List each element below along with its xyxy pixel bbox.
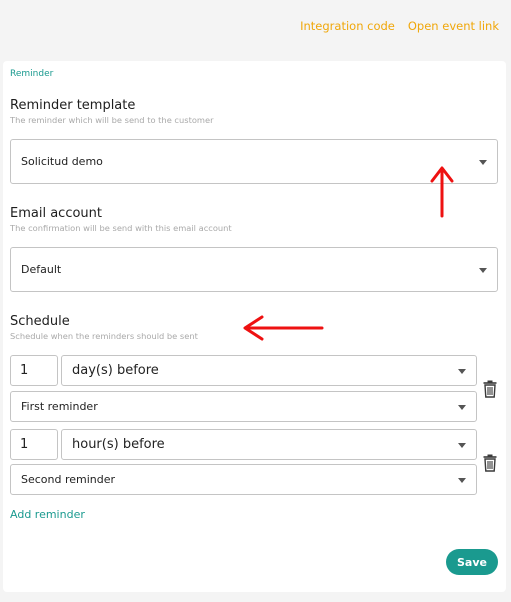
reminder-template-value: Solicitud demo <box>21 155 103 168</box>
reminder-2-amount-input[interactable]: 1 <box>10 429 58 460</box>
reminder-1-unit-select[interactable]: day(s) before <box>61 355 477 386</box>
caret-down-icon <box>479 159 487 165</box>
reminder-2-unit-value: hour(s) before <box>72 437 165 452</box>
caret-down-icon <box>479 267 487 273</box>
reminder-1-amount-input[interactable]: 1 <box>10 355 58 386</box>
reminder-1-template-value: First reminder <box>21 400 98 413</box>
reminder-2-unit-select[interactable]: hour(s) before <box>61 429 477 460</box>
save-button[interactable]: Save <box>446 549 498 575</box>
annotation-arrow-up <box>430 166 454 218</box>
caret-down-icon <box>458 368 466 374</box>
reminder-template-select[interactable]: Solicitud demo <box>10 139 498 184</box>
email-account-description: The confirmation will be send with this … <box>10 223 232 233</box>
trash-icon[interactable] <box>483 380 497 398</box>
email-account-value: Default <box>21 263 62 276</box>
reminder-1-amount-value: 1 <box>20 363 29 378</box>
trash-icon[interactable] <box>483 454 497 472</box>
reminder-1-unit-value: day(s) before <box>72 363 159 378</box>
caret-down-icon <box>458 442 466 448</box>
reminder-2-amount-value: 1 <box>20 437 29 452</box>
caret-down-icon <box>458 477 466 483</box>
reminder-template-description: The reminder which will be send to the c… <box>10 115 214 125</box>
reminder-template-title: Reminder template <box>10 98 136 113</box>
reminder-2-template-select[interactable]: Second reminder <box>10 464 477 495</box>
section-label: Reminder <box>10 69 54 79</box>
schedule-title: Schedule <box>10 314 70 329</box>
schedule-description: Schedule when the reminders should be se… <box>10 331 198 341</box>
reminder-1-template-select[interactable]: First reminder <box>10 391 477 422</box>
reminder-2-template-value: Second reminder <box>21 473 116 486</box>
email-account-title: Email account <box>10 206 102 221</box>
add-reminder-link[interactable]: Add reminder <box>10 508 85 521</box>
open-event-link[interactable]: Open event link <box>408 19 499 33</box>
integration-code-link[interactable]: Integration code <box>300 19 395 33</box>
email-account-select[interactable]: Default <box>10 247 498 292</box>
top-links: Integration code Open event link <box>300 19 499 33</box>
annotation-arrow-left <box>243 315 324 341</box>
caret-down-icon <box>458 404 466 410</box>
